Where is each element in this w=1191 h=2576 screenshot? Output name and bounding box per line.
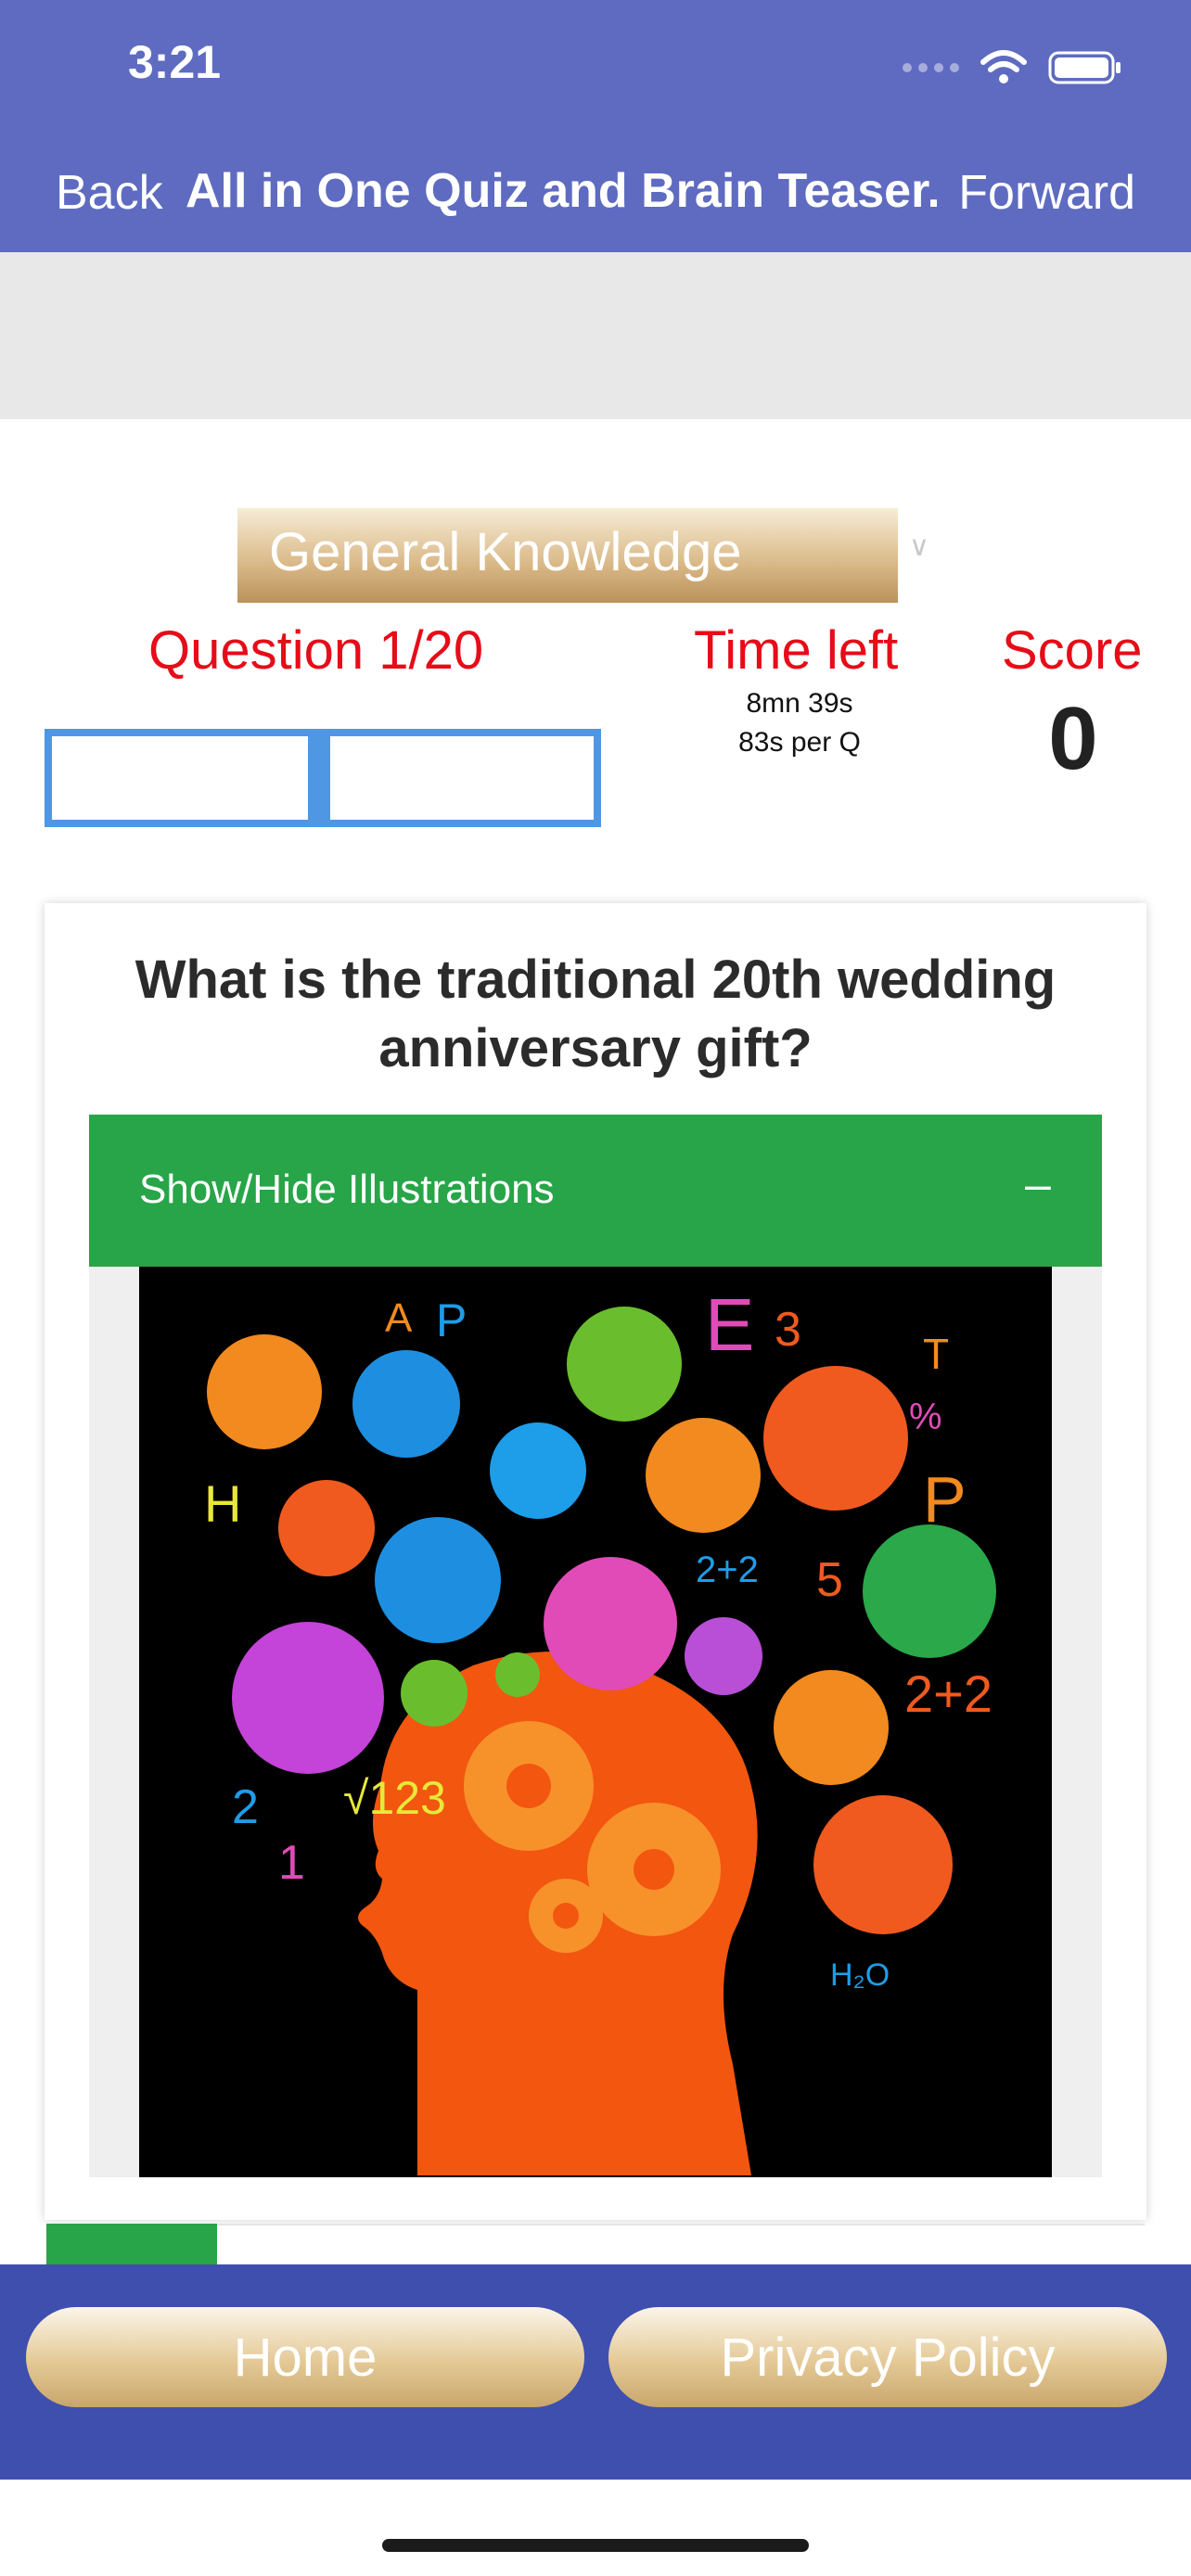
status-indicators [903,45,1122,91]
banner-area [0,252,1191,419]
answer-progress-strip [46,2224,217,2264]
status-time: 3:21 [128,36,222,88]
svg-text:%: % [909,1396,942,1437]
svg-text:H: H [204,1474,241,1533]
back-button[interactable]: Back [56,165,163,221]
svg-text:5: 5 [816,1553,843,1607]
illustration-image: A P E 3 T % P H 2+2 5 2+2 2 √123 1 H₂O [139,1267,1052,2177]
progress-divider [308,729,330,827]
brain-illustration: A P E 3 T % P H 2+2 5 2+2 2 √123 1 H₂O [204,1283,996,2175]
svg-text:H₂O: H₂O [830,1958,890,1993]
page-title: All in One Quiz and Brain Teaser... [186,164,937,218]
category-selected: General Knowledge [269,522,742,582]
score-value: 0 [1048,689,1098,788]
illustrations-label[interactable]: Show/Hide Illustrations [139,1167,555,1213]
home-indicator[interactable] [382,2539,809,2552]
svg-text:P: P [923,1463,967,1536]
forward-button[interactable]: Forward [958,165,1135,221]
svg-text:2+2: 2+2 [696,1549,759,1590]
svg-text:E: E [705,1283,754,1366]
question-text: What is the traditional 20th wedding ann… [134,950,1057,1078]
battery-icon [1048,51,1121,84]
collapse-icon[interactable]: – [1025,1157,1051,1211]
answer-area-edge [217,2224,1145,2264]
svg-text:A: A [385,1295,413,1341]
svg-text:3: 3 [775,1303,801,1357]
svg-text:P: P [436,1294,467,1346]
svg-text:2+2: 2+2 [904,1664,992,1723]
wifi-icon [980,50,1027,83]
time-per-question: 83s per Q [738,727,861,758]
time-left-label: Time left [694,620,899,681]
home-indicator-area [0,2480,1191,2576]
cellular-signal-icon [903,63,959,72]
home-button[interactable]: Home [26,2307,584,2407]
question-counter: Question 1/20 [148,620,484,681]
score-label: Score [1002,620,1143,681]
svg-text:√123: √123 [343,1772,446,1824]
svg-text:1: 1 [278,1836,305,1890]
chevron-down-icon[interactable]: ∨ [909,530,929,563]
svg-text:2: 2 [232,1780,259,1834]
privacy-policy-button[interactable]: Privacy Policy [608,2307,1167,2407]
time-remaining: 8mn 39s [746,688,853,719]
svg-text:T: T [923,1330,949,1378]
